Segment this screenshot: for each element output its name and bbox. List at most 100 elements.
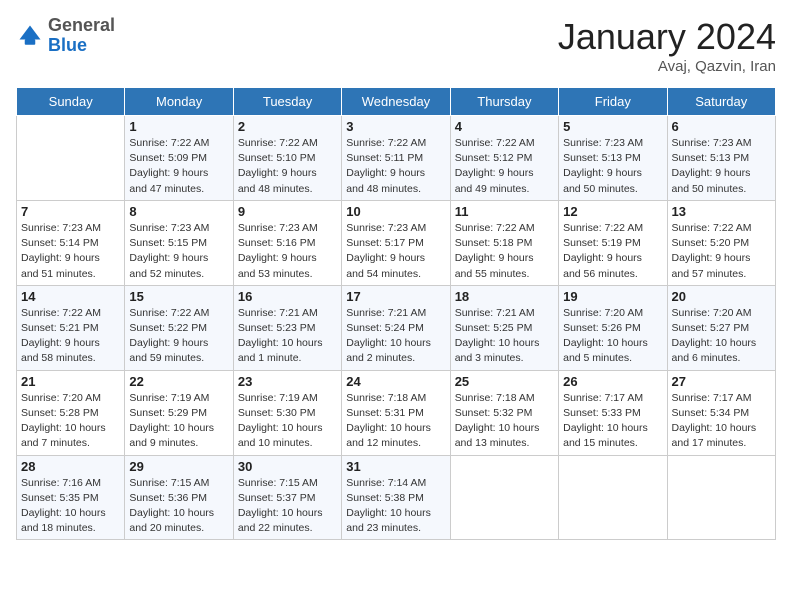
day-info: Sunrise: 7:22 AM Sunset: 5:09 PM Dayligh…: [129, 136, 228, 197]
day-number: 19: [563, 289, 662, 304]
calendar-cell: 8 Sunrise: 7:23 AM Sunset: 5:15 PM Daylig…: [125, 200, 233, 285]
day-info: Sunrise: 7:19 AM Sunset: 5:29 PM Dayligh…: [129, 391, 228, 452]
calendar-cell: 22 Sunrise: 7:19 AM Sunset: 5:29 PM Dayli…: [125, 370, 233, 455]
calendar-cell: [450, 455, 558, 540]
calendar-cell: 28 Sunrise: 7:16 AM Sunset: 5:35 PM Dayli…: [17, 455, 125, 540]
calendar-cell: 26Sunrise: 7:17 AM Sunset: 5:33 PM Dayli…: [559, 370, 667, 455]
calendar-cell: 4Sunrise: 7:22 AM Sunset: 5:12 PM Daylig…: [450, 116, 558, 201]
day-number: 2: [238, 119, 337, 134]
calendar-cell: 2 Sunrise: 7:22 AM Sunset: 5:10 PM Daylig…: [233, 116, 341, 201]
day-number: 27: [672, 374, 771, 389]
day-info: Sunrise: 7:23 AM Sunset: 5:16 PM Dayligh…: [238, 221, 337, 282]
day-number: 29: [129, 459, 228, 474]
day-info: Sunrise: 7:17 AM Sunset: 5:33 PM Dayligh…: [563, 391, 662, 452]
weekday-header-thursday: Thursday: [450, 88, 558, 116]
day-info: Sunrise: 7:14 AM Sunset: 5:38 PM Dayligh…: [346, 476, 445, 537]
calendar-cell: 3Sunrise: 7:22 AM Sunset: 5:11 PM Daylig…: [342, 116, 450, 201]
day-number: 24: [346, 374, 445, 389]
calendar-cell: 17 Sunrise: 7:21 AM Sunset: 5:24 PM Dayli…: [342, 285, 450, 370]
day-info: Sunrise: 7:20 AM Sunset: 5:26 PM Dayligh…: [563, 306, 662, 367]
calendar-cell: 11 Sunrise: 7:22 AM Sunset: 5:18 PM Dayli…: [450, 200, 558, 285]
calendar-title: January 2024: [558, 16, 776, 58]
day-number: 21: [21, 374, 120, 389]
day-number: 12: [563, 204, 662, 219]
day-info: Sunrise: 7:22 AM Sunset: 5:20 PM Dayligh…: [672, 221, 771, 282]
calendar-cell: [559, 455, 667, 540]
calendar-cell: 25 Sunrise: 7:18 AM Sunset: 5:32 PM Dayli…: [450, 370, 558, 455]
title-block: January 2024 Avaj, Qazvin, Iran: [558, 16, 776, 75]
day-info: Sunrise: 7:22 AM Sunset: 5:11 PM Dayligh…: [346, 136, 445, 197]
weekday-header-tuesday: Tuesday: [233, 88, 341, 116]
day-number: 20: [672, 289, 771, 304]
logo-blue-text: Blue: [48, 35, 87, 55]
calendar-cell: 10 Sunrise: 7:23 AM Sunset: 5:17 PM Dayli…: [342, 200, 450, 285]
calendar-cell: 6 Sunrise: 7:23 AM Sunset: 5:13 PM Daylig…: [667, 116, 775, 201]
calendar-cell: 9 Sunrise: 7:23 AM Sunset: 5:16 PM Daylig…: [233, 200, 341, 285]
day-number: 22: [129, 374, 228, 389]
day-number: 10: [346, 204, 445, 219]
day-info: Sunrise: 7:15 AM Sunset: 5:37 PM Dayligh…: [238, 476, 337, 537]
calendar-cell: 20 Sunrise: 7:20 AM Sunset: 5:27 PM Dayli…: [667, 285, 775, 370]
day-number: 18: [455, 289, 554, 304]
day-info: Sunrise: 7:22 AM Sunset: 5:12 PM Dayligh…: [455, 136, 554, 197]
calendar-header-row: SundayMondayTuesdayWednesdayThursdayFrid…: [17, 88, 776, 116]
day-info: Sunrise: 7:21 AM Sunset: 5:23 PM Dayligh…: [238, 306, 337, 367]
calendar-week-row: 21 Sunrise: 7:20 AM Sunset: 5:28 PM Dayli…: [17, 370, 776, 455]
day-number: 31: [346, 459, 445, 474]
calendar-cell: 29 Sunrise: 7:15 AM Sunset: 5:36 PM Dayli…: [125, 455, 233, 540]
weekday-header-friday: Friday: [559, 88, 667, 116]
day-info: Sunrise: 7:21 AM Sunset: 5:24 PM Dayligh…: [346, 306, 445, 367]
day-number: 8: [129, 204, 228, 219]
day-info: Sunrise: 7:22 AM Sunset: 5:18 PM Dayligh…: [455, 221, 554, 282]
day-info: Sunrise: 7:23 AM Sunset: 5:13 PM Dayligh…: [672, 136, 771, 197]
weekday-header-wednesday: Wednesday: [342, 88, 450, 116]
day-info: Sunrise: 7:22 AM Sunset: 5:21 PM Dayligh…: [21, 306, 120, 367]
day-number: 11: [455, 204, 554, 219]
page-header: General Blue January 2024 Avaj, Qazvin, …: [16, 16, 776, 75]
logo-general-text: General: [48, 15, 115, 35]
calendar-cell: 1Sunrise: 7:22 AM Sunset: 5:09 PM Daylig…: [125, 116, 233, 201]
day-info: Sunrise: 7:17 AM Sunset: 5:34 PM Dayligh…: [672, 391, 771, 452]
day-number: 25: [455, 374, 554, 389]
day-info: Sunrise: 7:15 AM Sunset: 5:36 PM Dayligh…: [129, 476, 228, 537]
day-number: 23: [238, 374, 337, 389]
day-info: Sunrise: 7:16 AM Sunset: 5:35 PM Dayligh…: [21, 476, 120, 537]
day-number: 5: [563, 119, 662, 134]
calendar-cell: 12 Sunrise: 7:22 AM Sunset: 5:19 PM Dayli…: [559, 200, 667, 285]
day-number: 6: [672, 119, 771, 134]
day-number: 28: [21, 459, 120, 474]
day-number: 16: [238, 289, 337, 304]
calendar-cell: [17, 116, 125, 201]
calendar-week-row: 1Sunrise: 7:22 AM Sunset: 5:09 PM Daylig…: [17, 116, 776, 201]
day-number: 14: [21, 289, 120, 304]
day-info: Sunrise: 7:23 AM Sunset: 5:17 PM Dayligh…: [346, 221, 445, 282]
day-info: Sunrise: 7:18 AM Sunset: 5:32 PM Dayligh…: [455, 391, 554, 452]
weekday-header-sunday: Sunday: [17, 88, 125, 116]
calendar-cell: 31 Sunrise: 7:14 AM Sunset: 5:38 PM Dayli…: [342, 455, 450, 540]
day-info: Sunrise: 7:21 AM Sunset: 5:25 PM Dayligh…: [455, 306, 554, 367]
calendar-cell: 24 Sunrise: 7:18 AM Sunset: 5:31 PM Dayli…: [342, 370, 450, 455]
day-info: Sunrise: 7:22 AM Sunset: 5:10 PM Dayligh…: [238, 136, 337, 197]
day-info: Sunrise: 7:18 AM Sunset: 5:31 PM Dayligh…: [346, 391, 445, 452]
day-number: 9: [238, 204, 337, 219]
day-info: Sunrise: 7:23 AM Sunset: 5:15 PM Dayligh…: [129, 221, 228, 282]
day-info: Sunrise: 7:20 AM Sunset: 5:28 PM Dayligh…: [21, 391, 120, 452]
calendar-week-row: 28 Sunrise: 7:16 AM Sunset: 5:35 PM Dayli…: [17, 455, 776, 540]
calendar-cell: 30 Sunrise: 7:15 AM Sunset: 5:37 PM Dayli…: [233, 455, 341, 540]
day-number: 30: [238, 459, 337, 474]
day-info: Sunrise: 7:20 AM Sunset: 5:27 PM Dayligh…: [672, 306, 771, 367]
day-number: 17: [346, 289, 445, 304]
weekday-header-monday: Monday: [125, 88, 233, 116]
calendar-cell: 21 Sunrise: 7:20 AM Sunset: 5:28 PM Dayli…: [17, 370, 125, 455]
logo: General Blue: [16, 16, 115, 56]
calendar-cell: 15Sunrise: 7:22 AM Sunset: 5:22 PM Dayli…: [125, 285, 233, 370]
calendar-cell: 14 Sunrise: 7:22 AM Sunset: 5:21 PM Dayli…: [17, 285, 125, 370]
calendar-cell: 16 Sunrise: 7:21 AM Sunset: 5:23 PM Dayli…: [233, 285, 341, 370]
calendar-cell: 5Sunrise: 7:23 AM Sunset: 5:13 PM Daylig…: [559, 116, 667, 201]
calendar-cell: 7Sunrise: 7:23 AM Sunset: 5:14 PM Daylig…: [17, 200, 125, 285]
calendar-cell: [667, 455, 775, 540]
calendar-cell: 27 Sunrise: 7:17 AM Sunset: 5:34 PM Dayli…: [667, 370, 775, 455]
day-info: Sunrise: 7:22 AM Sunset: 5:19 PM Dayligh…: [563, 221, 662, 282]
weekday-header-saturday: Saturday: [667, 88, 775, 116]
calendar-cell: 23Sunrise: 7:19 AM Sunset: 5:30 PM Dayli…: [233, 370, 341, 455]
